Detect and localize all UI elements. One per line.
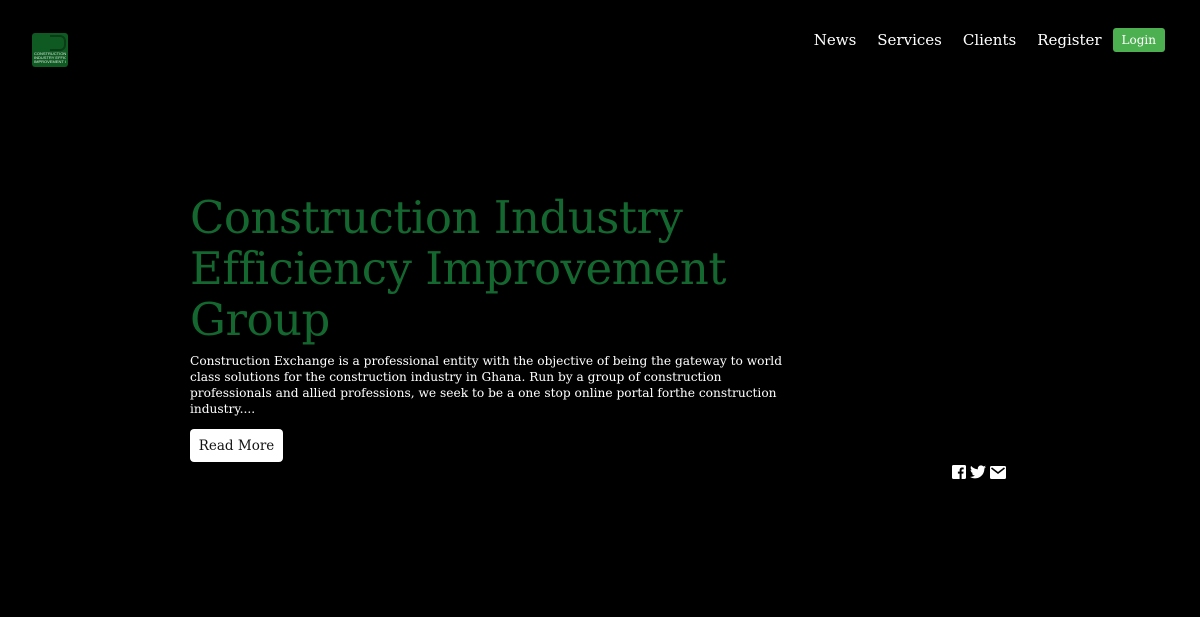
hero-description: Construction Exchange is a professional … <box>190 354 783 416</box>
nav-link-news[interactable]: News <box>814 28 857 52</box>
twitter-icon[interactable] <box>970 465 986 479</box>
site-logo[interactable]: CONSTRUCTION INDUSTRY EFFICIENCY IMPROVE… <box>32 33 68 67</box>
main-nav: News Services Clients Register Login <box>814 28 1165 52</box>
nav-link-services[interactable]: Services <box>877 28 942 52</box>
login-button[interactable]: Login <box>1112 28 1165 52</box>
read-more-button[interactable]: Read More <box>190 429 283 462</box>
nav-link-register[interactable]: Register <box>1037 28 1101 52</box>
hero-title: Construction Industry Efficiency Improve… <box>190 192 830 345</box>
hero-section: Construction Industry Efficiency Improve… <box>190 192 830 417</box>
hero-title-line: Group <box>190 293 330 346</box>
logo-mark-icon <box>50 35 66 51</box>
email-icon[interactable] <box>990 465 1006 479</box>
logo-line: IMPROVEMENT GROUP <box>34 59 66 64</box>
page: CONSTRUCTION INDUSTRY EFFICIENCY IMPROVE… <box>0 0 1200 617</box>
hero-title-line: Construction Industry <box>190 191 683 244</box>
nav-link-clients[interactable]: Clients <box>963 28 1016 52</box>
social-links <box>952 465 1010 479</box>
hero-title-line: Efficiency Improvement <box>190 242 726 295</box>
logo-text: CONSTRUCTION INDUSTRY EFFICIENCY IMPROVE… <box>34 52 66 64</box>
facebook-icon[interactable] <box>952 465 966 479</box>
